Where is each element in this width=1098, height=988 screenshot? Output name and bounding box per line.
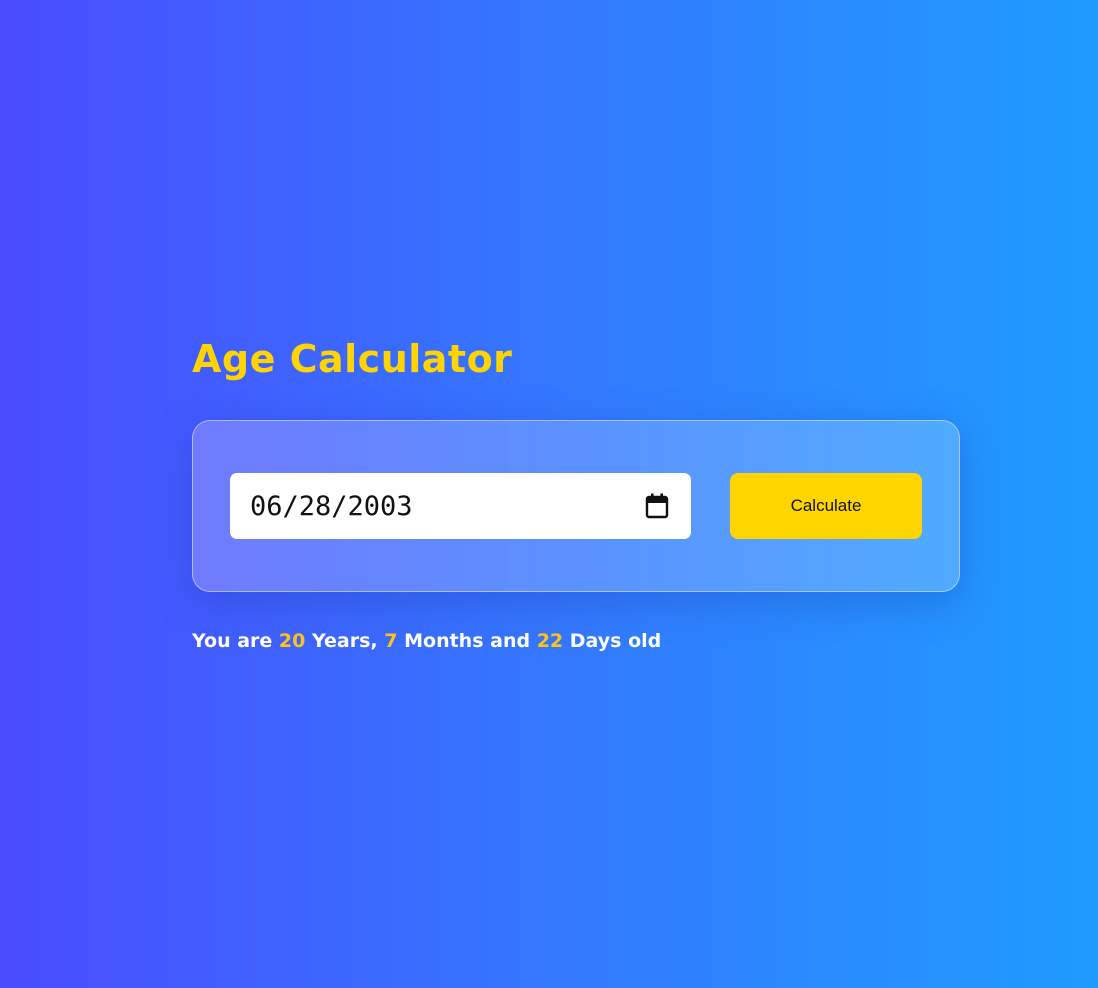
birth-date-input[interactable]: 06/28/2003 [230, 473, 691, 539]
result-months: 7 [384, 630, 398, 652]
calendar-icon[interactable] [645, 493, 669, 519]
calculator-card: 06/28/2003 Calculate [192, 420, 960, 592]
result-prefix: You are [192, 630, 273, 652]
result-years-label: Years, [312, 630, 378, 652]
age-result: You are 20 Years, 7 Months and 22 Days o… [192, 630, 661, 652]
result-years: 20 [278, 630, 306, 652]
result-days: 22 [536, 630, 564, 652]
age-calculator-app: Age Calculator 06/28/2003 Calculate You … [192, 330, 960, 652]
date-value: 06/28/2003 [250, 490, 413, 522]
result-months-label: Months and [404, 630, 531, 652]
calculate-button[interactable]: Calculate [730, 473, 922, 539]
result-days-label: Days old [569, 630, 662, 652]
page-title: Age Calculator [192, 337, 513, 381]
